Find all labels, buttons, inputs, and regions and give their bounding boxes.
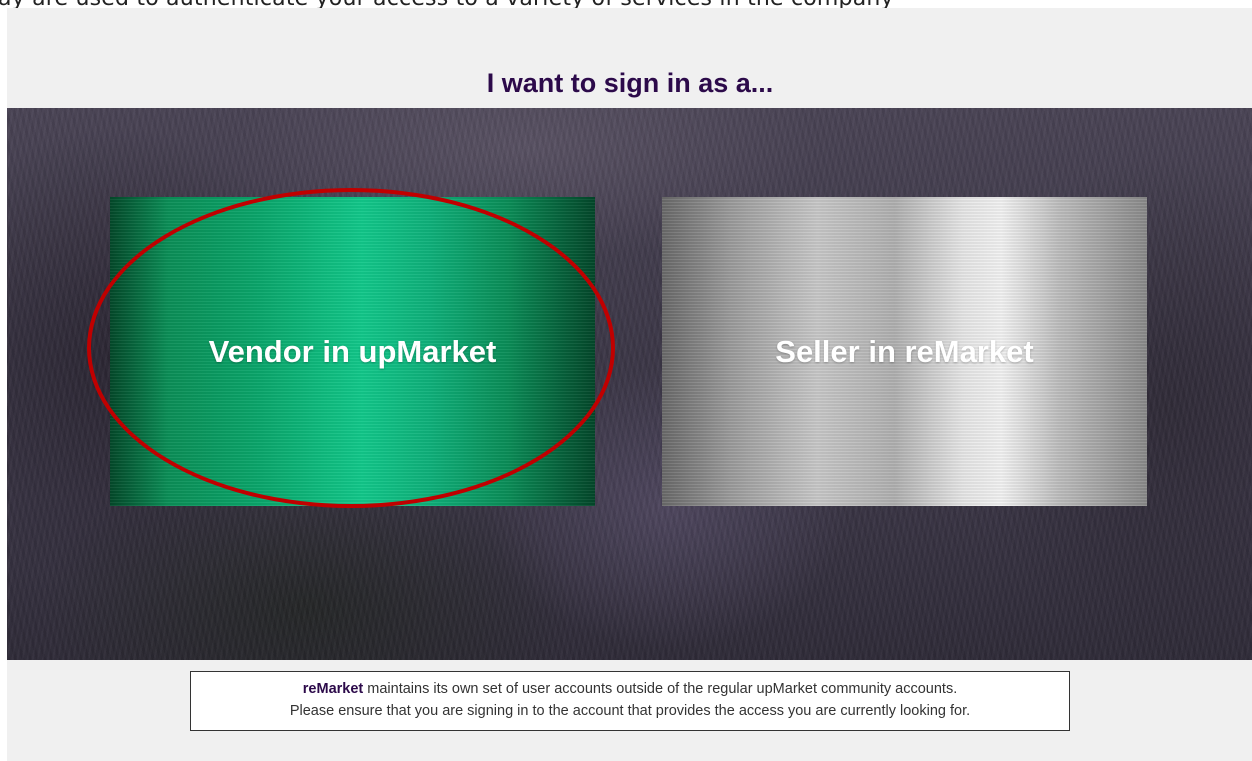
- hero-background: Vendor in upMarket Seller in reMarket: [7, 108, 1252, 660]
- notice-brand: reMarket: [302, 681, 364, 697]
- seller-remarket-label: Seller in reMarket: [775, 333, 1034, 369]
- notice-line-1-text: maintains its own set of user accounts o…: [363, 681, 958, 697]
- sign-in-panel: I want to sign in as a... Vendor in upMa…: [7, 8, 1252, 761]
- vendor-upmarket-button[interactable]: Vendor in upMarket: [110, 197, 595, 506]
- top-strip: ay are used to authenticate your access …: [0, 0, 1252, 8]
- notice-line-2: Please ensure that you are signing in to…: [289, 703, 971, 719]
- account-notice: reMarket maintains its own set of user a…: [190, 671, 1070, 731]
- seller-remarket-button[interactable]: Seller in reMarket: [662, 197, 1147, 506]
- page-title: I want to sign in as a...: [486, 68, 774, 98]
- vendor-upmarket-label: Vendor in upMarket: [208, 333, 497, 369]
- top-strip-text: ay are used to authenticate your access …: [0, 0, 894, 8]
- notice-line-1: reMarket maintains its own set of user a…: [191, 678, 1069, 700]
